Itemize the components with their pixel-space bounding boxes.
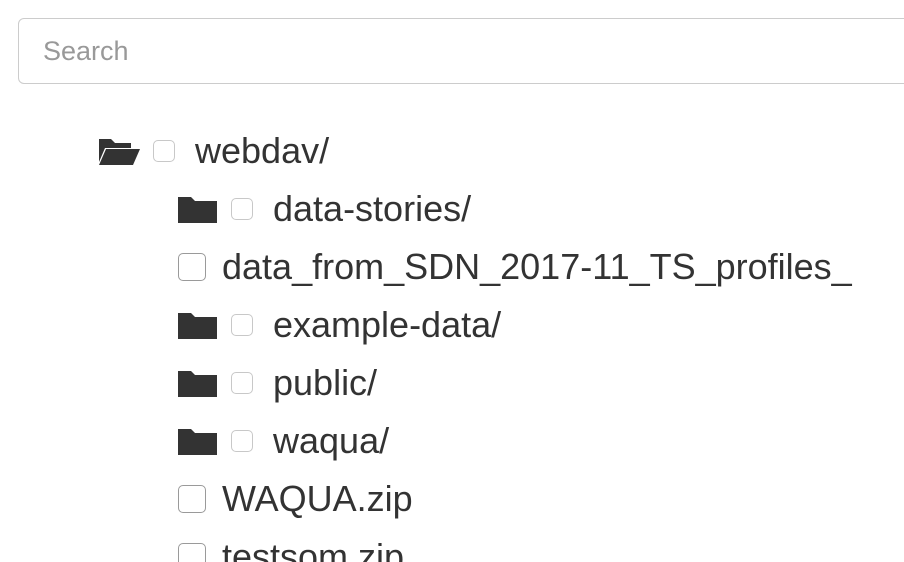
select-checkbox[interactable] xyxy=(231,314,253,336)
select-checkbox[interactable] xyxy=(231,198,253,220)
select-checkbox[interactable] xyxy=(178,543,206,562)
file-tree: webdav/ data-stories/ data_from_SDN_2017… xyxy=(0,122,904,562)
tree-node-label[interactable]: WAQUA.zip xyxy=(222,470,413,528)
tree-node-file[interactable]: WAQUA.zip xyxy=(178,470,413,528)
folder-open-icon[interactable] xyxy=(97,135,141,167)
tree-node-waqua[interactable]: waqua/ xyxy=(177,412,389,470)
search-input[interactable] xyxy=(19,19,904,83)
select-checkbox[interactable] xyxy=(153,140,175,162)
tree-node-data-stories[interactable]: data-stories/ xyxy=(177,180,471,238)
select-checkbox[interactable] xyxy=(231,430,253,452)
folder-icon[interactable] xyxy=(177,193,219,225)
tree-node-label[interactable]: public/ xyxy=(273,354,377,412)
select-checkbox[interactable] xyxy=(178,253,206,281)
tree-node-label[interactable]: testsom.zip xyxy=(222,528,404,562)
select-checkbox[interactable] xyxy=(231,372,253,394)
folder-icon[interactable] xyxy=(177,425,219,457)
folder-icon[interactable] xyxy=(177,367,219,399)
tree-node-label[interactable]: webdav/ xyxy=(195,122,329,180)
search-box[interactable] xyxy=(18,18,904,84)
folder-icon[interactable] xyxy=(177,309,219,341)
tree-node-label[interactable]: data-stories/ xyxy=(273,180,471,238)
tree-node-label[interactable]: waqua/ xyxy=(273,412,389,470)
tree-node-example-data[interactable]: example-data/ xyxy=(177,296,501,354)
tree-node-label[interactable]: example-data/ xyxy=(273,296,501,354)
tree-node-file[interactable]: testsom.zip xyxy=(178,528,404,562)
tree-node-webdav[interactable]: webdav/ xyxy=(97,122,329,180)
tree-node-label[interactable]: data_from_SDN_2017-11_TS_profiles_ xyxy=(222,238,852,296)
select-checkbox[interactable] xyxy=(178,485,206,513)
tree-node-file[interactable]: data_from_SDN_2017-11_TS_profiles_ xyxy=(178,238,852,296)
tree-node-public[interactable]: public/ xyxy=(177,354,377,412)
